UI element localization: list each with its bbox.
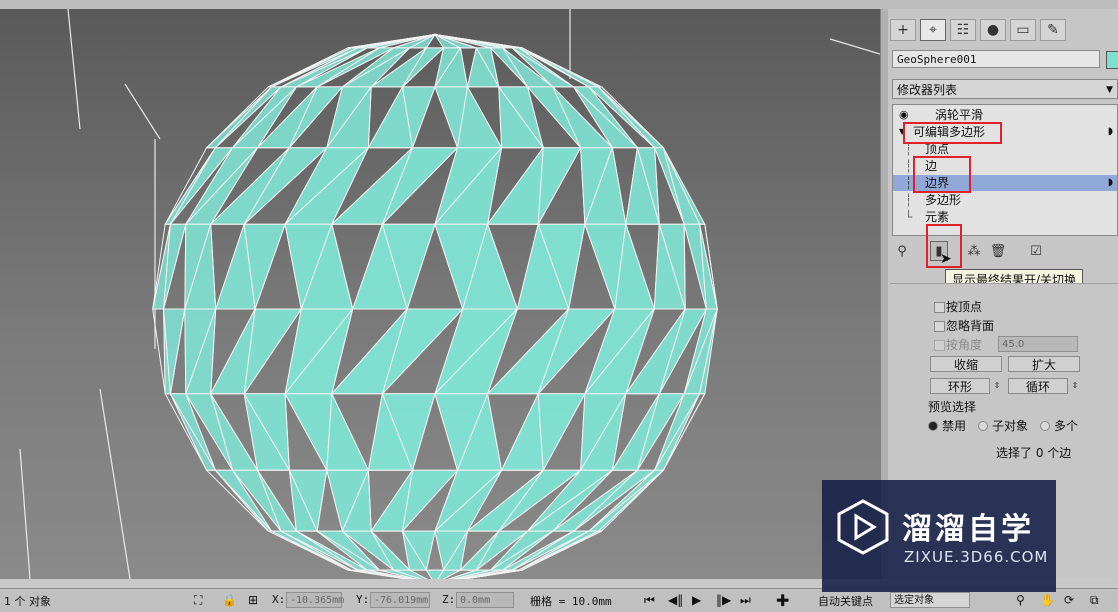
ring-spinner-icon[interactable]: ⇕	[992, 378, 1002, 394]
remove-modifier-icon[interactable]: 🗑	[988, 241, 1008, 261]
display-tab-icon[interactable]: ▭	[1010, 19, 1036, 41]
stack-item-label: 元素	[925, 210, 950, 224]
zoom-icon[interactable]: ⚲	[1016, 593, 1025, 607]
preview-subobject-label: 子对象	[992, 419, 1029, 433]
tree-line: └	[905, 210, 913, 224]
lock-icon[interactable]: 🔒	[222, 593, 237, 607]
tree-line: ┆	[905, 176, 913, 190]
chevron-down-icon: ▼	[1106, 85, 1113, 95]
modifier-stack: ◉ 涡轮平滑 ▼ 可编辑多边形 ◗ ┆ 顶点 ┆ 边 ┆ 边界 ◗ ┆ 多边形 …	[892, 104, 1118, 236]
selection-set-dropdown[interactable]: 选定对象	[890, 592, 970, 608]
absolute-mode-icon[interactable]: ⊞	[248, 593, 258, 607]
by-angle-label: 按角度	[946, 338, 983, 352]
isolate-selection-icon[interactable]: ⛶	[194, 593, 202, 608]
highlight-box	[903, 122, 1002, 144]
watermark-logo: 溜溜自学 ZIXUE.3D66.COM	[822, 480, 1056, 592]
object-name-field[interactable]: GeoSphere001	[892, 50, 1100, 68]
watermark-subtitle: ZIXUE.3D66.COM	[904, 548, 1049, 566]
selection-rollout: 按顶点 忽略背面 按角度 45.0 收缩 扩大 环形 ⇕ 循环 ⇕ 预览选择 禁…	[890, 283, 1118, 480]
eye-icon[interactable]: ◉	[899, 107, 909, 123]
modifier-toggle-icon[interactable]: ◗	[1108, 124, 1113, 140]
by-angle-checkbox[interactable]	[934, 340, 945, 351]
modify-tab-icon[interactable]: ⌖	[920, 19, 946, 41]
preview-subobject-radio[interactable]	[978, 421, 988, 431]
preview-selection-label: 预览选择	[928, 400, 977, 414]
by-vertex-checkbox[interactable]	[934, 302, 945, 313]
pan-icon[interactable]: ✋	[1040, 593, 1055, 607]
x-coordinate-field[interactable]: -10.365mm	[286, 592, 344, 608]
angle-input[interactable]: 45.0	[998, 336, 1078, 352]
goto-start-icon[interactable]: ⏮	[644, 593, 655, 608]
selection-status-text: 选择了 0 个边	[996, 446, 1072, 460]
z-coordinate-field[interactable]: 0.0mm	[456, 592, 514, 608]
play-logo-icon	[837, 499, 889, 555]
loop-spinner-icon[interactable]: ⇕	[1070, 378, 1080, 394]
create-tab-icon[interactable]: +	[890, 19, 916, 41]
stack-item-label: 涡轮平滑	[935, 108, 984, 122]
y-label: Y:	[356, 593, 370, 606]
tree-line: ┆	[905, 193, 913, 207]
y-coordinate-field[interactable]: -76.019mm	[370, 592, 430, 608]
hierarchy-tab-icon[interactable]: ☷	[950, 19, 976, 41]
make-unique-icon[interactable]: ⁂	[964, 241, 984, 261]
auto-key-button[interactable]: 自动关键点	[818, 593, 873, 609]
ignore-backfacing-label: 忽略背面	[946, 319, 995, 333]
motion-tab-icon[interactable]: ●	[980, 19, 1006, 41]
tree-line: ┆	[905, 159, 913, 173]
pin-stack-icon[interactable]: ⚲	[892, 241, 912, 261]
preview-multi-radio[interactable]	[1040, 421, 1050, 431]
object-color-swatch[interactable]	[1106, 51, 1118, 69]
stack-toolbar: ⚲ ▮ ⁂ 🗑 ☑ ➤	[888, 224, 1118, 268]
ring-button[interactable]: 环形	[930, 378, 990, 394]
shrink-button[interactable]: 收缩	[930, 356, 1002, 372]
highlight-box	[913, 156, 971, 193]
modifier-list-label: 修改器列表	[897, 83, 958, 97]
geosphere-mesh	[19, 9, 880, 579]
modifier-list-dropdown[interactable]: 修改器列表 ▼	[892, 79, 1118, 99]
maximize-viewport-icon[interactable]: ⧉	[1090, 593, 1099, 608]
x-label: X:	[272, 593, 286, 606]
viewport[interactable]	[0, 9, 880, 579]
grow-button[interactable]: 扩大	[1008, 356, 1080, 372]
cursor-icon: ➤	[940, 251, 952, 267]
configure-sets-icon[interactable]: ☑	[1026, 241, 1046, 261]
watermark-title: 溜溜自学	[902, 512, 1034, 547]
stack-item-element[interactable]: └ 元素	[893, 209, 1117, 225]
next-frame-icon[interactable]: ‖▶︎	[716, 593, 731, 607]
prev-frame-icon[interactable]: ◀︎‖	[668, 593, 683, 607]
stack-item-label: 多边形	[925, 193, 962, 207]
play-icon[interactable]: ▶	[692, 593, 701, 607]
preview-disabled-radio[interactable]	[928, 421, 938, 431]
z-label: Z:	[442, 593, 456, 606]
preview-disabled-label: 禁用	[942, 419, 967, 433]
by-vertex-label: 按顶点	[946, 300, 983, 314]
set-key-icon[interactable]: ✚	[776, 591, 789, 610]
orbit-icon[interactable]: ⟳	[1064, 593, 1074, 607]
grid-size-text: 栅格 = 10.0mm	[530, 595, 612, 608]
ignore-backfacing-checkbox[interactable]	[934, 321, 945, 332]
selection-count-text: 1 个 对象	[4, 595, 51, 608]
loop-button[interactable]: 循环	[1008, 378, 1068, 394]
stack-item-polygon[interactable]: ┆ 多边形	[893, 192, 1117, 208]
stack-item-turbosmooth[interactable]: ◉ 涡轮平滑	[893, 107, 1117, 123]
utilities-tab-icon[interactable]: ✎	[1040, 19, 1066, 41]
preview-multi-label: 多个	[1054, 419, 1079, 433]
modifier-toggle-icon[interactable]: ◗	[1108, 175, 1113, 191]
goto-end-icon[interactable]: ⏭	[740, 593, 751, 608]
